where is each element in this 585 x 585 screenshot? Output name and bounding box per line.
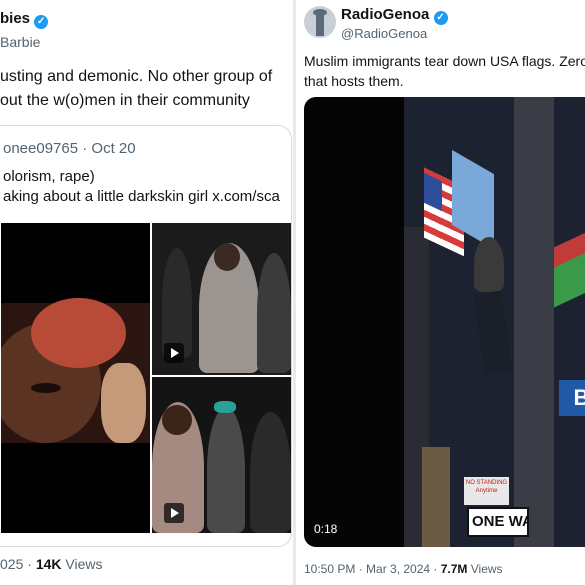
- left-tweet: bies ✓ Barbie usting and demonic. No oth…: [0, 0, 296, 585]
- quoted-tweet-handle: onee09765 · Oct 20: [3, 140, 136, 157]
- quoted-tweet-line-1: olorism, rape): [3, 168, 95, 185]
- no-standing-sign: NO STANDING Anytime: [464, 477, 509, 505]
- avatar[interactable]: [304, 6, 336, 38]
- video-duration: 0:18: [314, 522, 338, 536]
- tweet-text-line-2: that hosts them.: [304, 73, 404, 89]
- verified-badge-icon: ✓: [34, 15, 49, 29]
- tweet-text-line-1: usting and demonic. No other group of: [0, 68, 273, 85]
- tweet-text-line-1: Muslim immigrants tear down USA flags. Z…: [304, 53, 585, 69]
- author-name[interactable]: RadioGenoa ✓: [341, 6, 448, 25]
- tweet-meta: 10:50 PM · Mar 3, 2024 · 7.7M Views: [304, 562, 503, 576]
- quoted-video-bottom[interactable]: [152, 377, 291, 533]
- play-icon[interactable]: [164, 343, 184, 363]
- right-tweet: RadioGenoa ✓ @RadioGenoa Muslim immigran…: [296, 0, 585, 585]
- face-image: [1, 298, 150, 443]
- tweet-video[interactable]: B NO STANDING Anytime ONE WAY 0:18: [304, 97, 585, 547]
- verified-badge-icon: ✓: [433, 11, 448, 25]
- author-handle[interactable]: @RadioGenoa: [341, 26, 427, 41]
- views-count: 7.7M: [440, 562, 468, 576]
- play-icon[interactable]: [164, 503, 184, 523]
- author-name[interactable]: bies ✓: [0, 10, 49, 29]
- quoted-video-top[interactable]: [152, 223, 291, 375]
- tweet-meta: 025 · 14K Views: [0, 556, 103, 572]
- quoted-video-main[interactable]: [1, 223, 150, 533]
- views-count: 14K: [35, 556, 62, 572]
- quoted-tweet[interactable]: onee09765 · Oct 20 olorism, rape) aking …: [0, 125, 292, 547]
- author-handle[interactable]: Barbie: [0, 34, 40, 50]
- one-way-sign: ONE WAY: [467, 507, 529, 537]
- quoted-tweet-line-2: aking about a little darkskin girl x.com…: [3, 188, 280, 205]
- street-sign: B: [559, 380, 585, 416]
- tweet-text-line-2: out the w(o)men in their community: [0, 92, 250, 109]
